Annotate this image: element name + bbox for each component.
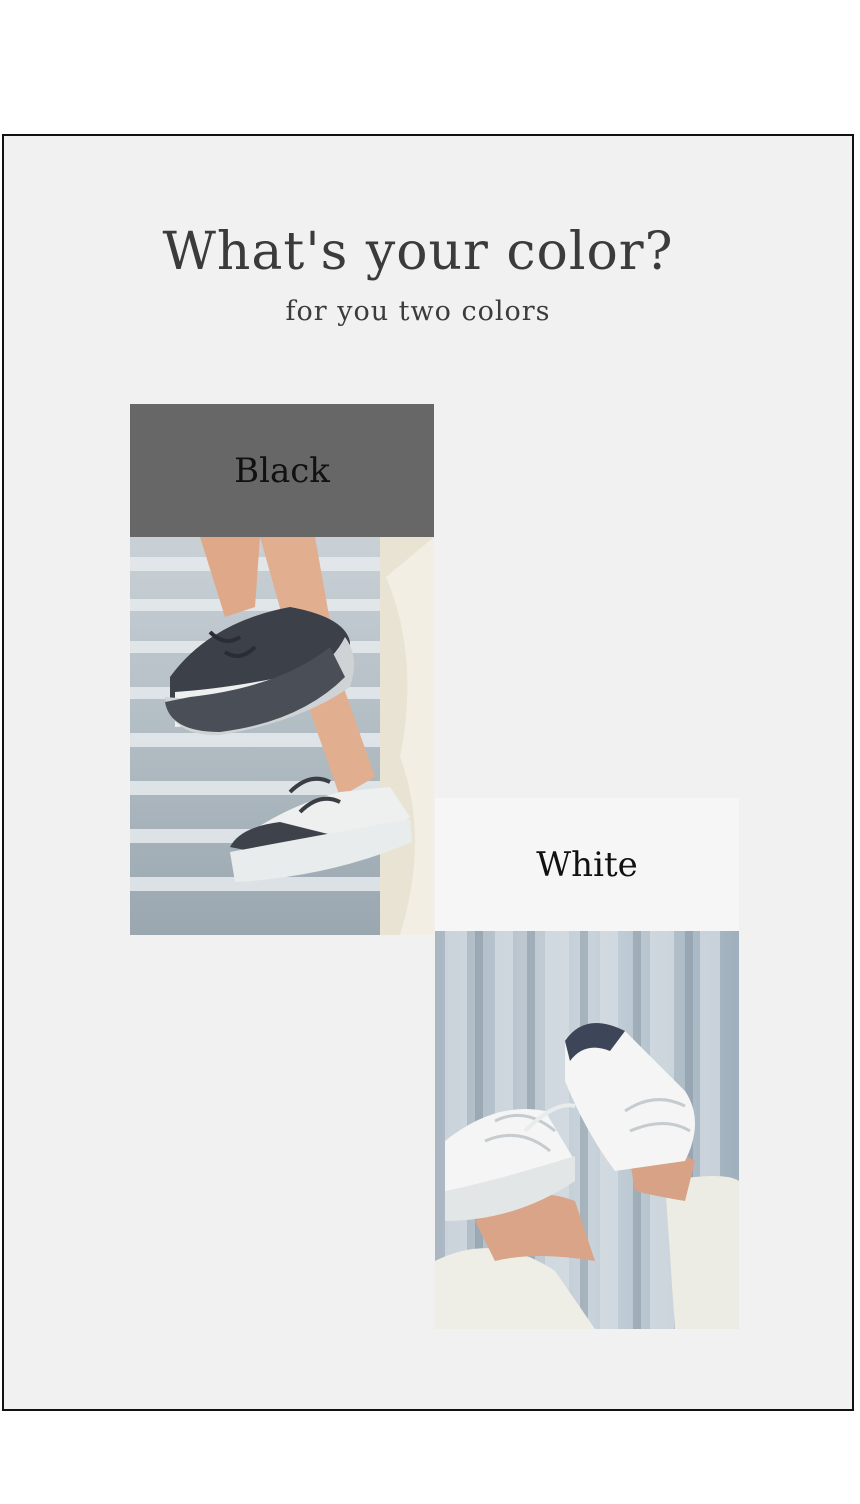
variant-label-text: Black bbox=[234, 450, 330, 491]
variant-label-white: White bbox=[435, 798, 739, 931]
page-subtitle: for you two colors bbox=[285, 296, 551, 327]
white-sneaker-photo bbox=[435, 931, 739, 1329]
variant-label-text: White bbox=[536, 844, 638, 885]
page-title: What's your color? bbox=[162, 222, 674, 282]
black-sneaker-photo bbox=[130, 537, 434, 935]
variant-label-black: Black bbox=[130, 404, 434, 537]
